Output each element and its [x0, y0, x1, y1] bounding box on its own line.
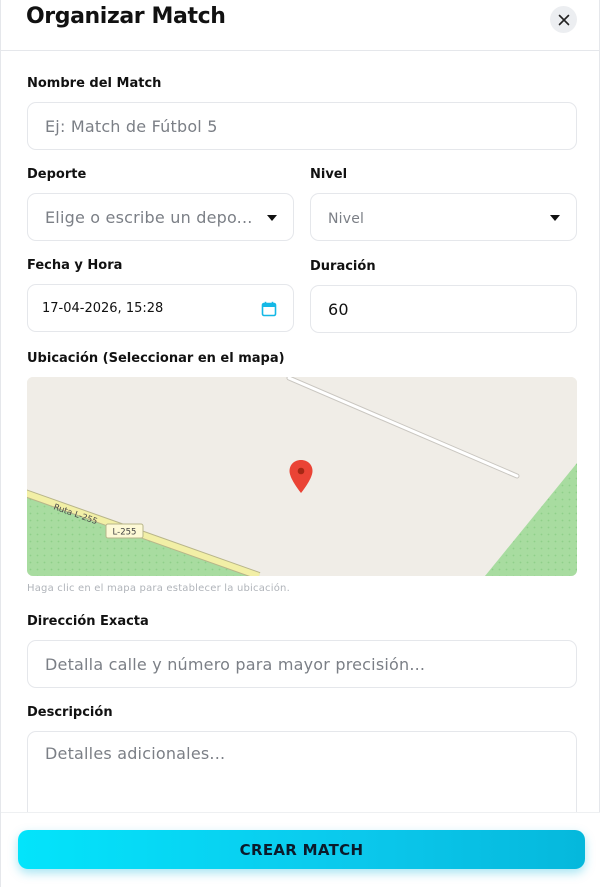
sport-combobox[interactable]: Elige o escribe un depo...: [27, 193, 294, 241]
create-match-button[interactable]: CREAR MATCH: [18, 830, 585, 869]
address-label: Dirección Exacta: [27, 614, 149, 629]
match-name-placeholder: Ej: Match de Fútbol 5: [45, 116, 218, 136]
level-label: Nivel: [310, 167, 348, 182]
datetime-value: 17-04-2026, 15:28: [42, 300, 164, 316]
calendar-icon[interactable]: [261, 301, 277, 317]
sport-placeholder: Elige o escribe un depo...: [45, 207, 253, 227]
duration-value: 60: [328, 299, 349, 319]
close-button[interactable]: [550, 6, 577, 33]
close-icon: [558, 14, 569, 25]
duration-input[interactable]: 60: [310, 285, 577, 333]
address-placeholder: Detalla calle y número para mayor precis…: [45, 654, 426, 674]
datetime-input[interactable]: 17-04-2026, 15:28: [27, 284, 294, 332]
modal-header: Organizar Match: [1, 0, 600, 51]
map-hint: Haga clic en el mapa para establecer la …: [27, 583, 290, 594]
description-label: Descripción: [27, 705, 113, 720]
sport-label: Deporte: [27, 167, 87, 182]
map-road-shield: L-255: [113, 528, 137, 538]
level-select[interactable]: Nivel: [310, 193, 577, 241]
match-name-input[interactable]: Ej: Match de Fútbol 5: [27, 102, 577, 150]
location-map[interactable]: Ruta L-255 L-255: [27, 377, 577, 576]
level-selected-value: Nivel: [328, 211, 365, 227]
organize-match-modal: Organizar Match Nombre del Match Ej: Mat…: [0, 0, 600, 887]
duration-label: Duración: [310, 259, 376, 274]
match-name-label: Nombre del Match: [27, 76, 162, 91]
chevron-down-icon: [267, 215, 277, 221]
description-placeholder: Detalles adicionales...: [45, 744, 226, 763]
chevron-down-icon: [550, 215, 560, 221]
map-canvas: Ruta L-255 L-255: [27, 377, 577, 576]
address-input[interactable]: Detalla calle y número para mayor precis…: [27, 640, 577, 688]
modal-title: Organizar Match: [26, 4, 226, 29]
datetime-label: Fecha y Hora: [27, 258, 123, 273]
location-label: Ubicación (Seleccionar en el mapa): [27, 351, 285, 366]
